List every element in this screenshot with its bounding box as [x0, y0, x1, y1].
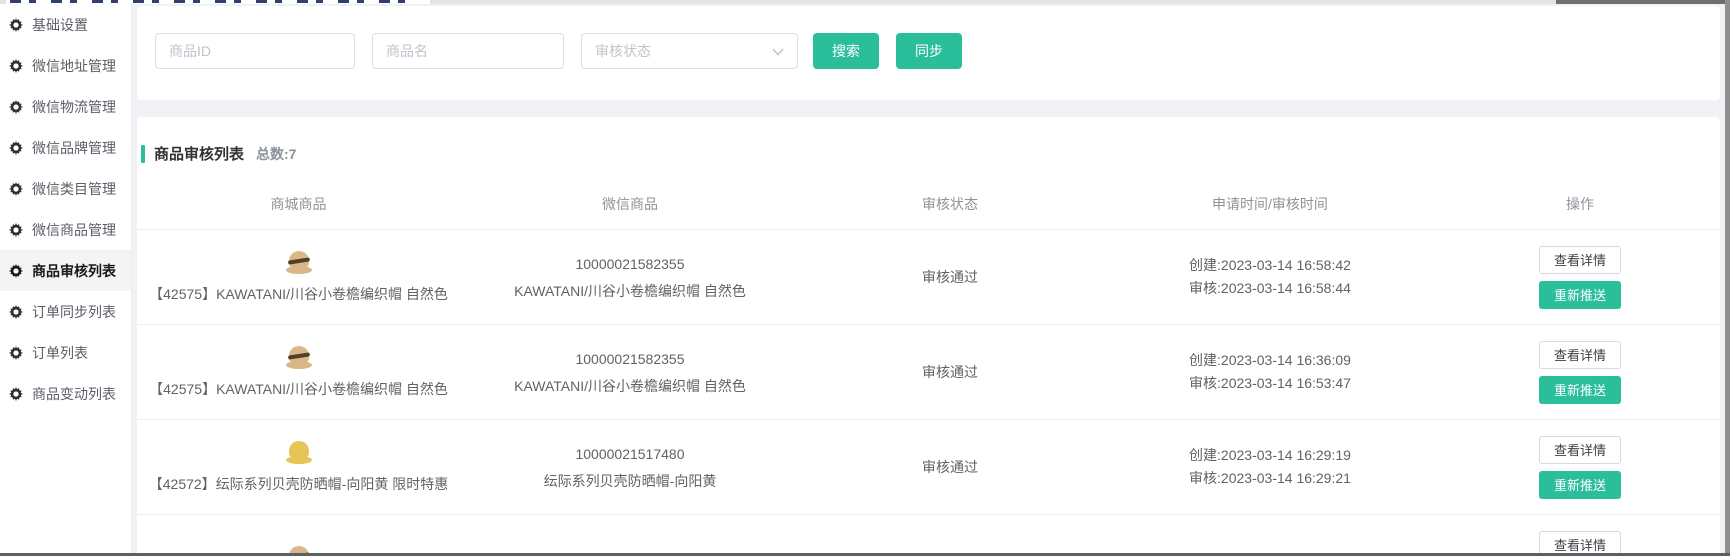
chevron-down-icon: [772, 43, 784, 59]
mall-product-title: 【42572】纭际系列贝壳防晒帽-向阳黄 限时特惠: [149, 474, 448, 494]
audited-time: 审核:2023-03-14 16:53:47: [1189, 372, 1351, 395]
sidebar-item-wechat-product[interactable]: 微信商品管理: [0, 209, 131, 250]
sidebar-item-product-change-list[interactable]: 商品变动列表: [0, 373, 131, 414]
column-header-operations: 操作: [1440, 194, 1720, 214]
audit-status-select-value: 审核状态: [595, 41, 651, 61]
gear-icon: [9, 59, 23, 73]
sidebar: 基础设置 微信地址管理 微信物流管理 微信品牌管理 微信类目管理 微信商品管理 …: [0, 4, 132, 556]
audit-status-select[interactable]: 审核状态: [581, 33, 798, 69]
gear-icon: [9, 182, 23, 196]
sidebar-item-label: 订单列表: [32, 343, 88, 363]
product-name-input[interactable]: [372, 33, 564, 69]
view-detail-button[interactable]: 查看详情: [1539, 341, 1621, 369]
column-header-wechat-product: 微信商品: [460, 194, 800, 214]
column-header-audit-status: 审核状态: [800, 194, 1100, 214]
gear-icon: [9, 100, 23, 114]
sidebar-item-label: 微信物流管理: [32, 97, 116, 117]
list-total-count: 总数:7: [256, 144, 296, 164]
repush-button[interactable]: 重新推送: [1539, 471, 1621, 499]
wechat-product-id: 10000021582355: [575, 255, 684, 273]
created-time: 创建:2023-03-14 16:58:42: [1189, 254, 1351, 277]
sidebar-item-order-list[interactable]: 订单列表: [0, 332, 131, 373]
sidebar-item-label: 商品变动列表: [32, 384, 116, 404]
sync-button[interactable]: 同步: [896, 33, 962, 69]
table-row: 查看详情: [137, 515, 1720, 556]
gear-icon: [9, 18, 23, 32]
sidebar-item-label: 商品审核列表: [32, 261, 116, 281]
gear-icon: [9, 305, 23, 319]
window-scrollbar[interactable]: [1725, 0, 1730, 556]
gear-icon: [9, 223, 23, 237]
sidebar-item-order-sync-list[interactable]: 订单同步列表: [0, 291, 131, 332]
audit-list-panel: 商品审核列表 总数:7 商城商品 微信商品 审核状态 申请时间/审核时间 操作 …: [137, 117, 1720, 556]
wechat-product-name: KAWATANI/川谷小卷檐编织帽 自然色: [514, 377, 746, 395]
created-time: 创建:2023-03-14 16:36:09: [1189, 349, 1351, 372]
audited-time: 审核:2023-03-14 16:58:44: [1189, 277, 1351, 300]
view-detail-button[interactable]: 查看详情: [1539, 246, 1621, 274]
sidebar-item-product-audit-list[interactable]: 商品审核列表: [0, 250, 131, 291]
sidebar-item-basic-settings[interactable]: 基础设置: [0, 4, 131, 45]
sidebar-item-wechat-address[interactable]: 微信地址管理: [0, 45, 131, 86]
sidebar-item-label: 微信品牌管理: [32, 138, 116, 158]
product-id-input[interactable]: [155, 33, 355, 69]
sidebar-item-label: 微信地址管理: [32, 56, 116, 76]
clipped-text-fragment: [10, 0, 420, 3]
product-image-hat: [286, 440, 312, 464]
table-row: 【42575】KAWATANI/川谷小卷檐编织帽 自然色 10000021582…: [137, 325, 1720, 420]
wechat-product-name: KAWATANI/川谷小卷檐编织帽 自然色: [514, 282, 746, 300]
top-clipped-edge: [0, 0, 1730, 4]
audited-time: 审核:2023-03-14 16:29:21: [1189, 467, 1351, 490]
column-header-apply-audit-time: 申请时间/审核时间: [1100, 194, 1440, 214]
audit-status: 审核通过: [800, 267, 1100, 287]
list-title: 商品审核列表: [154, 143, 244, 164]
sidebar-item-label: 微信类目管理: [32, 179, 116, 199]
sidebar-item-wechat-brand[interactable]: 微信品牌管理: [0, 127, 131, 168]
column-header-mall-product: 商城商品: [137, 194, 460, 214]
sidebar-item-wechat-logistics[interactable]: 微信物流管理: [0, 86, 131, 127]
product-image-hat: [286, 250, 312, 274]
table-row: 【42575】KAWATANI/川谷小卷檐编织帽 自然色 10000021582…: [137, 230, 1720, 325]
filter-panel: 审核状态 搜索 同步: [137, 6, 1720, 100]
repush-button[interactable]: 重新推送: [1539, 376, 1621, 404]
table-header-row: 商城商品 微信商品 审核状态 申请时间/审核时间 操作: [137, 178, 1720, 230]
search-button[interactable]: 搜索: [813, 33, 879, 69]
list-title-row: 商品审核列表 总数:7: [137, 117, 1720, 164]
sidebar-item-label: 微信商品管理: [32, 220, 116, 240]
product-image-hat: [286, 345, 312, 369]
repush-button[interactable]: 重新推送: [1539, 281, 1621, 309]
gear-icon: [9, 141, 23, 155]
wechat-product-name: 纭际系列贝壳防晒帽-向阳黄: [544, 472, 717, 490]
sidebar-item-wechat-category[interactable]: 微信类目管理: [0, 168, 131, 209]
sidebar-item-label: 基础设置: [32, 15, 88, 35]
view-detail-button[interactable]: 查看详情: [1539, 436, 1621, 464]
title-accent-bar: [141, 145, 145, 163]
audit-table: 商城商品 微信商品 审核状态 申请时间/审核时间 操作 【42575】KAWAT…: [137, 178, 1720, 556]
gear-icon: [9, 264, 23, 278]
mall-product-title: 【42575】KAWATANI/川谷小卷檐编织帽 自然色: [149, 379, 448, 399]
gear-icon: [9, 387, 23, 401]
wechat-product-id: 10000021582355: [575, 350, 684, 368]
mall-product-title: 【42575】KAWATANI/川谷小卷檐编织帽 自然色: [149, 284, 448, 304]
sidebar-item-label: 订单同步列表: [32, 302, 116, 322]
wechat-product-id: 10000021517480: [575, 445, 684, 463]
audit-status: 审核通过: [800, 457, 1100, 477]
created-time: 创建:2023-03-14 16:29:19: [1189, 444, 1351, 467]
audit-status: 审核通过: [800, 362, 1100, 382]
table-row: 【42572】纭际系列贝壳防晒帽-向阳黄 限时特惠 10000021517480…: [137, 420, 1720, 515]
gear-icon: [9, 346, 23, 360]
